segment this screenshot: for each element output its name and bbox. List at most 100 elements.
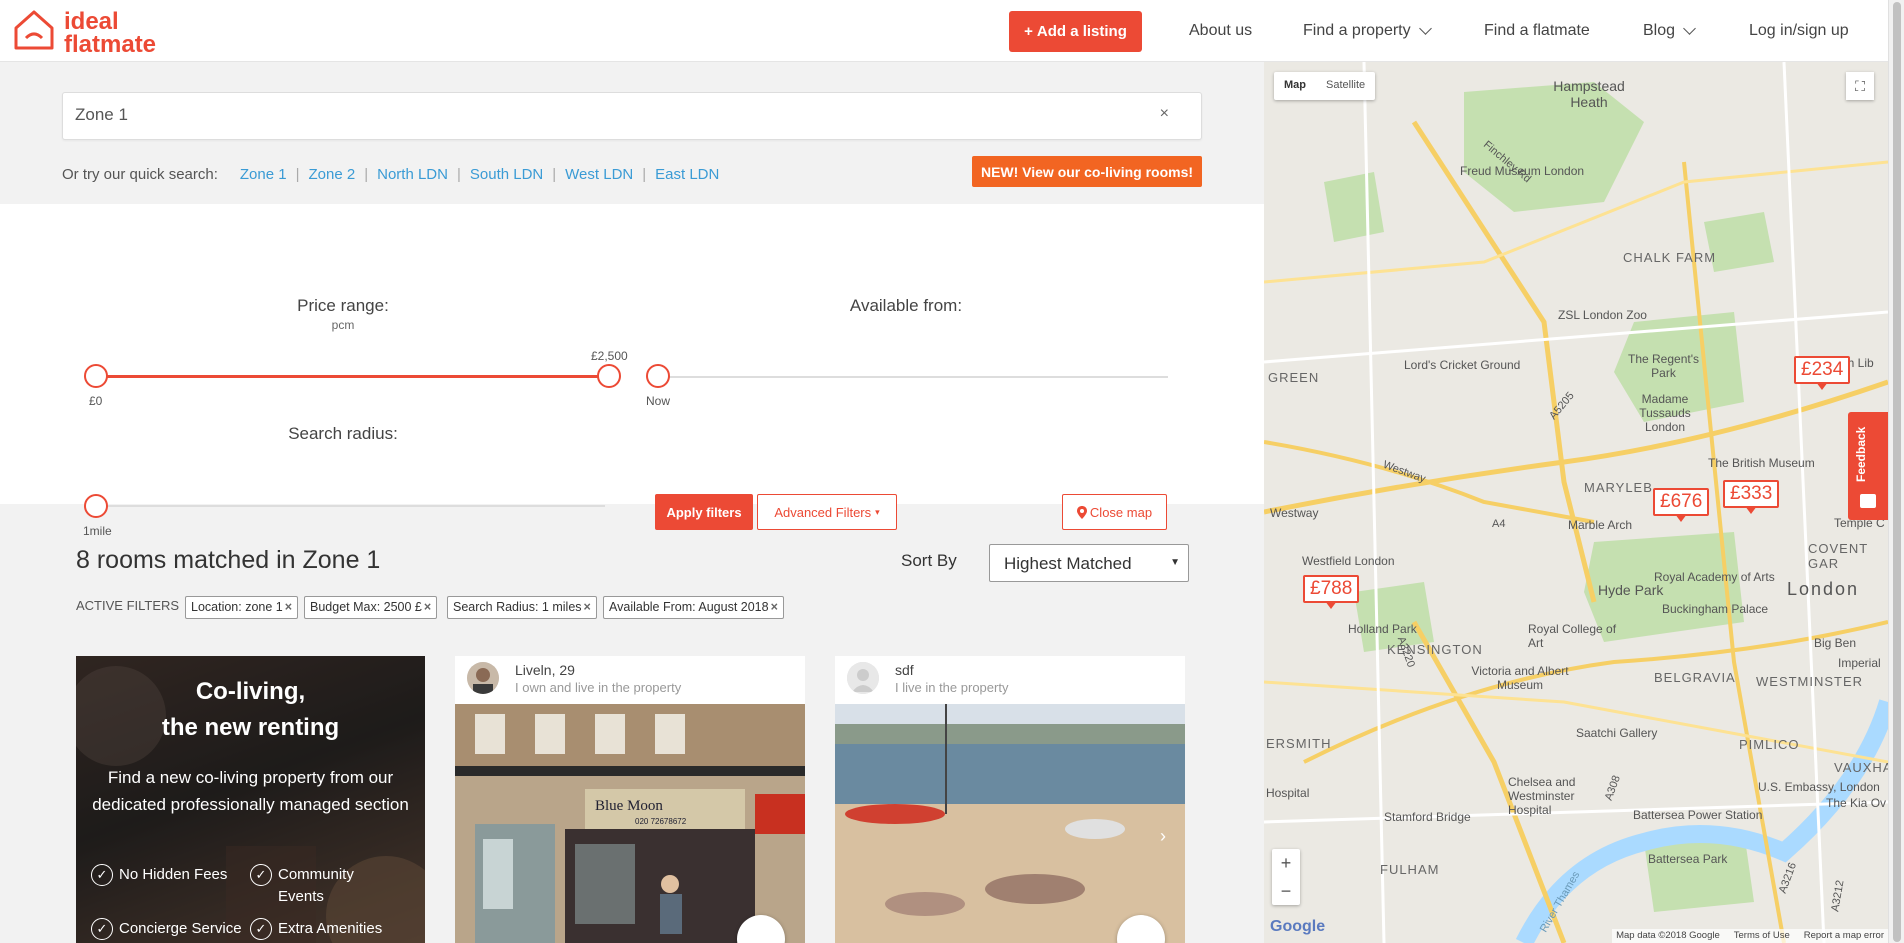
radius-handle[interactable] xyxy=(84,494,108,518)
feature-label: No Hidden Fees xyxy=(119,866,228,883)
report-link[interactable]: Report a map error xyxy=(1804,930,1884,942)
logo-line2: flatmate xyxy=(64,31,157,58)
map-panel[interactable]: Map Satellite ⛶ Hampstead Heath Freud Mu… xyxy=(1264,62,1888,943)
filter-chip-available[interactable]: Available From: August 2018 × xyxy=(603,596,784,619)
nav-find-flatmate[interactable]: Find a flatmate xyxy=(1484,22,1590,40)
listing-photo[interactable]: Blue Moon 020 72678672 xyxy=(455,704,805,943)
chip-label: Budget Max: 2500 £ xyxy=(310,600,422,614)
chip-label: Available From: August 2018 xyxy=(609,600,769,614)
quick-link-north[interactable]: North LDN xyxy=(377,166,448,183)
coliving-promo-card[interactable]: Co-living, the new renting Find a new co… xyxy=(76,656,425,943)
promo-heading-line2: the new renting xyxy=(161,714,340,741)
avatar xyxy=(467,662,499,694)
quick-link-west[interactable]: West LDN xyxy=(565,166,633,183)
map-type-map[interactable]: Map xyxy=(1274,72,1316,100)
zoom-out-icon[interactable]: − xyxy=(1272,877,1300,905)
map-place: Imperial xyxy=(1838,656,1881,670)
nav-about[interactable]: About us xyxy=(1189,22,1252,40)
advanced-filters-button[interactable]: Advanced Filters ▾ xyxy=(757,494,897,530)
listing-photo[interactable]: › xyxy=(835,704,1185,943)
logo[interactable]: ideal flatmate xyxy=(12,8,172,58)
street-photo: Blue Moon 020 72678672 xyxy=(455,704,805,943)
map-place: Big Ben xyxy=(1814,636,1857,650)
filters-panel: Price range: pcm £0 £2,500 Available fro… xyxy=(0,204,1264,538)
check-icon: ✓ xyxy=(250,864,272,886)
nav-about-label: About us xyxy=(1189,22,1253,39)
filter-chip-location[interactable]: Location: zone 1 × xyxy=(185,596,299,619)
sort-value: Highest Matched xyxy=(1004,554,1132,573)
price-marker[interactable]: £234 xyxy=(1794,356,1851,390)
price-marker[interactable]: £788 xyxy=(1303,575,1360,609)
listing-card[interactable]: Liveln, 29 I own and live in the propert… xyxy=(455,656,805,943)
map-place: WESTMINSTER xyxy=(1756,674,1864,689)
map-type-satellite[interactable]: Satellite xyxy=(1316,72,1375,100)
quick-link-zone-2[interactable]: Zone 2 xyxy=(309,166,356,183)
price-track-fill xyxy=(96,375,610,378)
remove-icon[interactable]: × xyxy=(584,600,591,614)
scrollbar[interactable] xyxy=(1888,0,1904,943)
scrollbar-thumb[interactable] xyxy=(1893,2,1901,942)
map-place: MARYLEB xyxy=(1584,480,1653,495)
radius-track xyxy=(96,505,605,507)
add-listing-button[interactable]: + Add a listing xyxy=(1009,11,1142,52)
quick-link-south[interactable]: South LDN xyxy=(470,166,543,183)
map-place: ERSMITH xyxy=(1266,736,1332,751)
nav-blog[interactable]: Blog xyxy=(1643,22,1696,40)
available-title: Available from: xyxy=(849,296,963,315)
quick-link-east[interactable]: East LDN xyxy=(655,166,719,183)
map-type-control[interactable]: Map Satellite xyxy=(1274,72,1376,100)
zoom-in-icon[interactable]: + xyxy=(1272,849,1300,877)
apply-filters-button[interactable]: Apply filters xyxy=(655,494,753,530)
map-road: A4 xyxy=(1492,518,1506,530)
map-place: ZSL London Zoo xyxy=(1558,308,1647,322)
remove-icon[interactable]: × xyxy=(771,600,778,614)
map-place: Hyde Park xyxy=(1598,582,1664,598)
location-search[interactable]: Zone 1 × xyxy=(62,92,1202,140)
radius-label: 1mile xyxy=(83,524,112,538)
attribution-text: Map data ©2018 Google xyxy=(1616,930,1720,941)
chip-label: Search Radius: 1 miles xyxy=(453,600,582,614)
map-place: PIMLICO xyxy=(1739,737,1800,752)
beach-photo: › xyxy=(835,704,1185,943)
listing-card[interactable]: sdf I live in the property › xyxy=(835,656,1185,943)
shop-phone-text: 020 72678672 xyxy=(635,817,687,826)
search-input[interactable]: Zone 1 xyxy=(75,105,128,125)
advanced-filters-label: Advanced Filters xyxy=(774,504,872,520)
price-marker[interactable]: £676 xyxy=(1653,488,1710,522)
feedback-tab[interactable]: Feedback xyxy=(1848,412,1888,520)
promo-feature: ✓ Community Events xyxy=(250,864,390,908)
quick-search-label: Or try our quick search: xyxy=(62,166,218,183)
filter-chip-budget[interactable]: Budget Max: 2500 £ × xyxy=(304,596,438,619)
price-max-handle[interactable] xyxy=(597,364,621,388)
sort-select[interactable]: Highest Matched ▼ xyxy=(989,544,1189,582)
coliving-button[interactable]: NEW! View our co-living rooms! xyxy=(972,156,1202,187)
map-pin-icon xyxy=(1076,505,1087,519)
next-arrow-icon[interactable]: › xyxy=(1160,826,1166,846)
nav-find-property[interactable]: Find a property xyxy=(1303,22,1432,40)
add-listing-label: Add a listing xyxy=(1036,23,1127,40)
map-place: Royal College of Art xyxy=(1528,622,1617,650)
zoom-control[interactable]: + − xyxy=(1272,849,1300,905)
separator: | xyxy=(552,166,557,183)
quick-link-zone-1[interactable]: Zone 1 xyxy=(240,166,287,183)
terms-link[interactable]: Terms of Use xyxy=(1734,930,1790,942)
filter-chip-radius[interactable]: Search Radius: 1 miles × xyxy=(447,596,597,619)
plus-icon: + xyxy=(1024,23,1033,40)
price-min-handle[interactable] xyxy=(84,364,108,388)
nav-login[interactable]: Log in/sign up xyxy=(1749,22,1849,40)
fullscreen-icon[interactable]: ⛶ xyxy=(1846,72,1874,100)
available-handle[interactable] xyxy=(646,364,670,388)
remove-icon[interactable]: × xyxy=(424,600,431,614)
map-place: COVENT GAR xyxy=(1808,541,1868,571)
house-logo-icon xyxy=(14,10,54,50)
nav-find-property-label: Find a property xyxy=(1303,22,1411,39)
lister-name: Liveln, 29 xyxy=(515,662,575,678)
shop-sign-text: Blue Moon xyxy=(595,798,663,814)
map-place: Battersea Park xyxy=(1648,852,1728,866)
map-place: FULHAM xyxy=(1380,862,1440,877)
remove-icon[interactable]: × xyxy=(285,600,292,614)
close-map-button[interactable]: Close map xyxy=(1062,494,1167,530)
price-marker[interactable]: £333 xyxy=(1723,480,1780,514)
clear-icon[interactable]: × xyxy=(1160,105,1169,123)
promo-text: Find a new co-living property from our d… xyxy=(92,768,409,814)
